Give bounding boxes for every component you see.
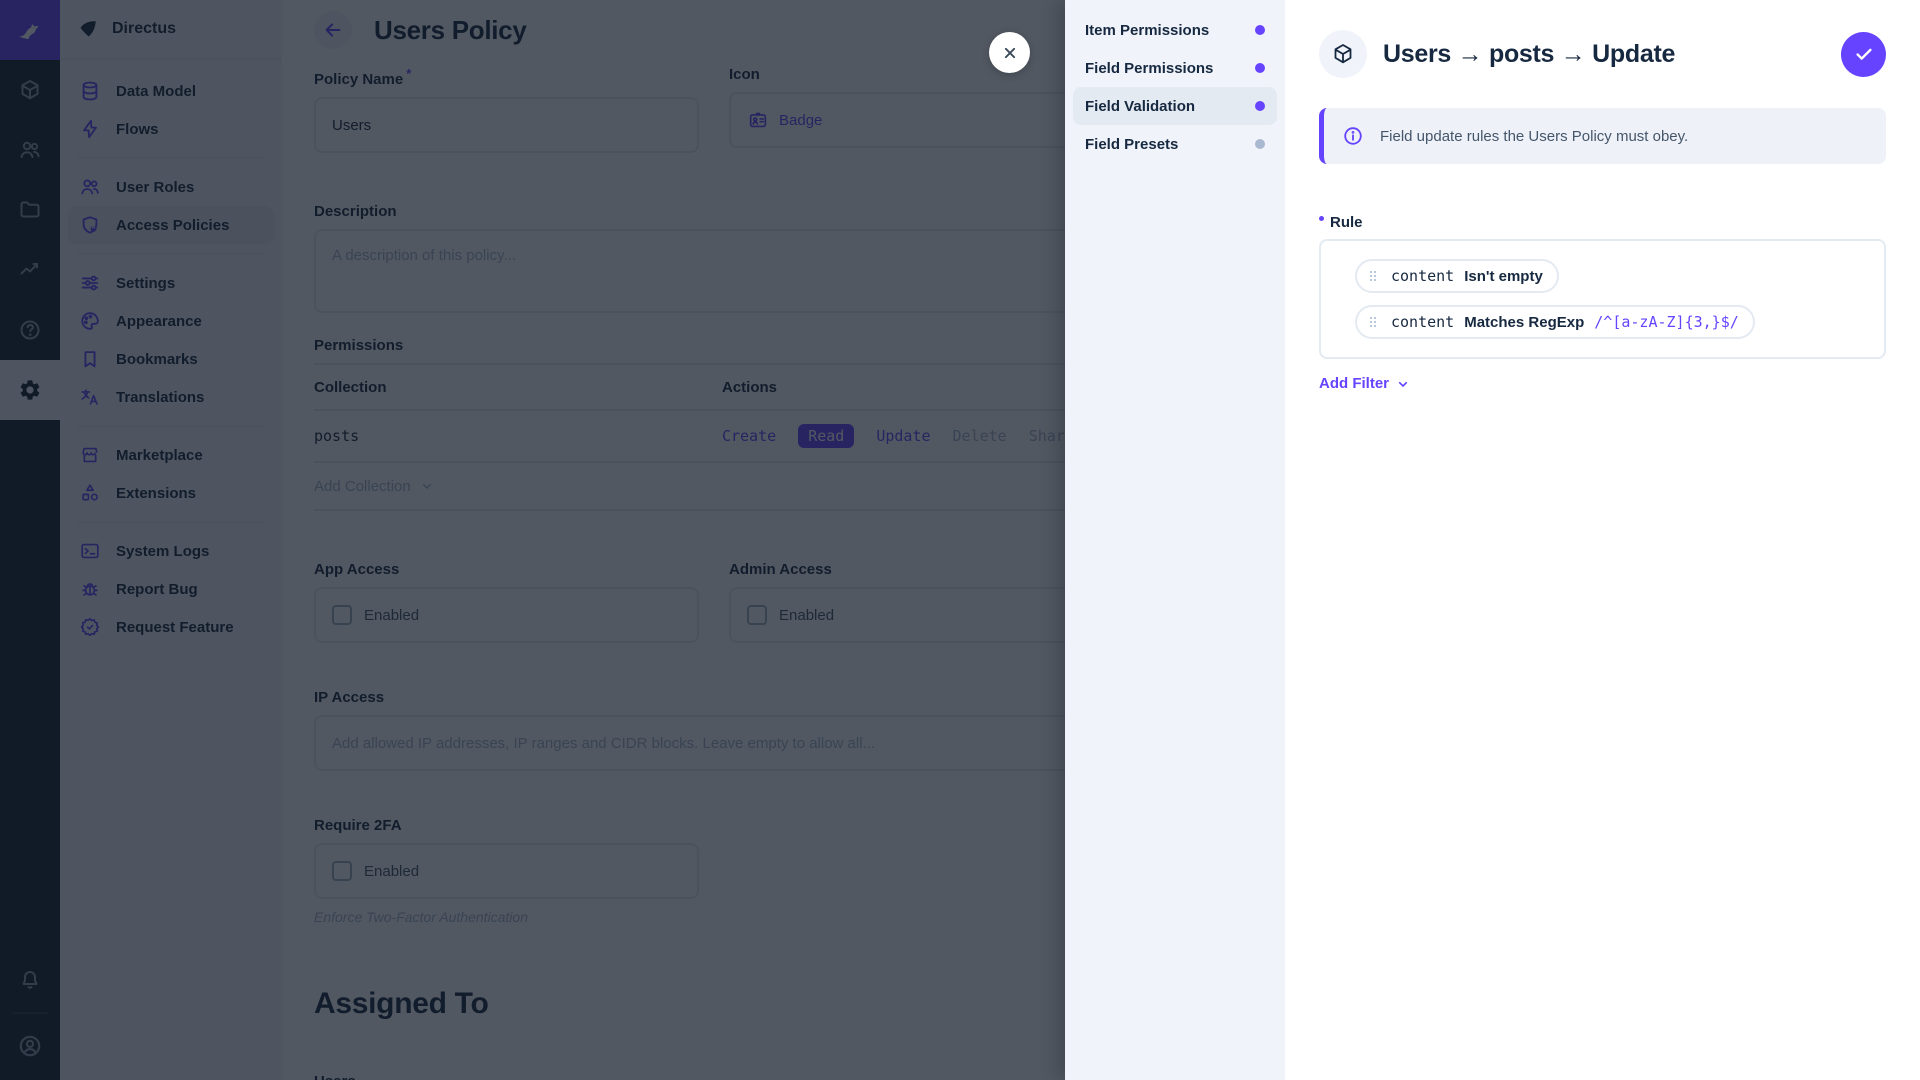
notice-text: Field update rules the Users Policy must… <box>1380 128 1688 145</box>
menu-item-item-permissions[interactable]: Item Permissions <box>1073 11 1277 49</box>
menu-item-label: Item Permissions <box>1085 22 1209 39</box>
drawer-close-button[interactable] <box>989 32 1030 73</box>
close-icon <box>1000 43 1020 63</box>
drawer-content: Users → posts → Update Field update rule… <box>1285 0 1920 1080</box>
rule-label: Rule <box>1330 214 1363 231</box>
info-notice: Field update rules the Users Policy must… <box>1319 108 1886 164</box>
menu-item-label: Field Validation <box>1085 98 1195 115</box>
menu-item-field-presets[interactable]: Field Presets <box>1073 125 1277 163</box>
save-button[interactable] <box>1841 32 1886 77</box>
chevron-down-icon <box>1395 376 1411 392</box>
filter-isnt-empty[interactable]: content Isn't empty <box>1355 259 1559 293</box>
status-dot <box>1255 101 1265 111</box>
menu-item-field-permissions[interactable]: Field Permissions <box>1073 49 1277 87</box>
status-dot <box>1255 63 1265 73</box>
menu-item-label: Field Presets <box>1085 136 1178 153</box>
drawer-title: Users → posts → Update <box>1383 40 1675 69</box>
filter-field-name[interactable]: content <box>1391 267 1454 285</box>
rule-label-row: Rule <box>1319 214 1886 231</box>
filter-operator[interactable]: Matches RegExp <box>1464 314 1584 331</box>
filter-field-name[interactable]: content <box>1391 313 1454 331</box>
permissions-drawer: Item Permissions Field Permissions Field… <box>1065 0 1920 1080</box>
filter-operator[interactable]: Isn't empty <box>1464 268 1543 285</box>
drag-handle-icon[interactable] <box>1365 268 1381 284</box>
rule-filter-box: content Isn't empty content Matches RegE… <box>1319 239 1886 359</box>
filter-value[interactable]: /^[a-zA-Z]{3,}$/ <box>1594 313 1739 331</box>
status-dot <box>1255 139 1265 149</box>
app-root: Directus Data Model Flows User Rol <box>0 0 1920 1080</box>
drawer-header-icon-circle <box>1319 30 1367 78</box>
info-icon <box>1342 125 1364 147</box>
menu-item-field-validation[interactable]: Field Validation <box>1073 87 1277 125</box>
filter-row: content Isn't empty <box>1339 259 1866 293</box>
drawer-menu: Item Permissions Field Permissions Field… <box>1065 0 1285 1080</box>
cube-icon <box>1331 42 1355 66</box>
filter-row: content Matches RegExp /^[a-zA-Z]{3,}$/ <box>1339 305 1866 339</box>
menu-item-label: Field Permissions <box>1085 60 1213 77</box>
drawer-header: Users → posts → Update <box>1319 30 1886 78</box>
required-dot <box>1319 216 1324 221</box>
check-icon <box>1853 43 1875 65</box>
add-filter-label: Add Filter <box>1319 375 1389 392</box>
filter-matches-regexp[interactable]: content Matches RegExp /^[a-zA-Z]{3,}$/ <box>1355 305 1755 339</box>
drag-handle-icon[interactable] <box>1365 314 1381 330</box>
add-filter-button[interactable]: Add Filter <box>1319 375 1886 392</box>
status-dot <box>1255 25 1265 35</box>
